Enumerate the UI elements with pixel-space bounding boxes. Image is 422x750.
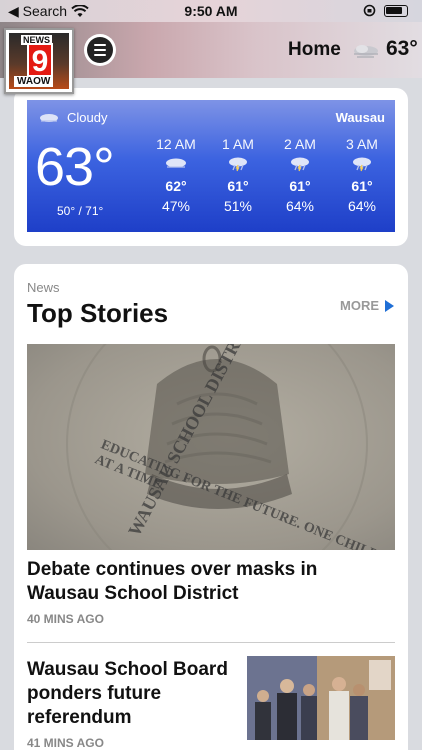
temp-range: 50° / 71° [57, 204, 104, 218]
station-logo[interactable]: NEWS 9 WAOW [4, 28, 74, 94]
hour-precip: 64% [347, 198, 377, 214]
hour-forecast: 12 AM 62° 47% [151, 136, 201, 214]
hour-precip: 64% [285, 198, 315, 214]
cloud-icon [354, 45, 378, 58]
hour-temp: 61° [351, 178, 373, 194]
weather-panel[interactable]: Cloudy Wausau 63° 50° / 71° 12 AM 62° 47… [27, 100, 395, 232]
story-thumbnail[interactable] [247, 656, 395, 740]
hour-precip: 47% [161, 198, 191, 214]
weather-condition: Cloudy [67, 110, 108, 125]
hourly-forecast: 12 AM 62° 47% 1 AM 61° 51% 2 AM 61° 64% … [151, 136, 387, 214]
story-timestamp: 41 MINS AGO [27, 736, 104, 750]
hour-time: 2 AM [284, 136, 316, 152]
hour-time: 1 AM [222, 136, 254, 152]
cloud-icon [40, 114, 58, 122]
story-headline[interactable]: Debate continues over masks in Wausau Sc… [27, 558, 387, 606]
hour-temp: 61° [289, 178, 311, 194]
thunderstorm-icon [291, 157, 309, 172]
hour-forecast: 2 AM 61° 64% [275, 136, 325, 214]
hour-time: 12 AM [156, 136, 196, 152]
cloud-icon [166, 158, 186, 168]
battery-icon [384, 4, 408, 17]
divider [27, 642, 395, 643]
current-temp: 63° [35, 137, 115, 197]
hour-temp: 62° [165, 178, 187, 194]
thunderstorm-icon [229, 157, 247, 172]
orientation-lock-icon [363, 4, 376, 17]
news-card: News Top Stories MORE WAUSAU SCHOOL DIST… [14, 264, 408, 750]
section-label: News [27, 280, 60, 295]
status-time: 9:50 AM [184, 3, 238, 19]
header-temp[interactable]: 63° [386, 37, 418, 61]
section-title: Top Stories [27, 298, 169, 328]
story-timestamp: 40 MINS AGO [27, 612, 104, 626]
hour-precip: 51% [223, 198, 253, 214]
story-headline[interactable]: Wausau School Board ponders future refer… [27, 658, 237, 730]
logo-station-text: WAOW [14, 76, 54, 87]
weather-location[interactable]: Wausau [336, 110, 385, 125]
thunderstorm-icon [353, 157, 371, 172]
home-label[interactable]: Home [288, 39, 341, 61]
story-hero-image[interactable]: WAUSAU SCHOOL DISTRICT EDUCATING FOR THE… [27, 344, 395, 550]
menu-button[interactable] [84, 34, 116, 66]
status-bar: ◀ Search 9:50 AM [0, 0, 422, 22]
more-label[interactable]: MORE [340, 298, 379, 313]
more-link[interactable]: MORE [340, 298, 394, 313]
weather-card[interactable]: Cloudy Wausau 63° 50° / 71° 12 AM 62° 47… [14, 88, 408, 246]
hour-temp: 61° [227, 178, 249, 194]
hour-forecast: 3 AM 61° 64% [337, 136, 387, 214]
hamburger-icon [87, 37, 113, 63]
logo-number: 9 [27, 43, 53, 78]
play-arrow-icon [385, 299, 394, 312]
people-meeting-image [247, 656, 395, 740]
hour-forecast: 1 AM 61° 51% [213, 136, 263, 214]
hour-time: 3 AM [346, 136, 378, 152]
